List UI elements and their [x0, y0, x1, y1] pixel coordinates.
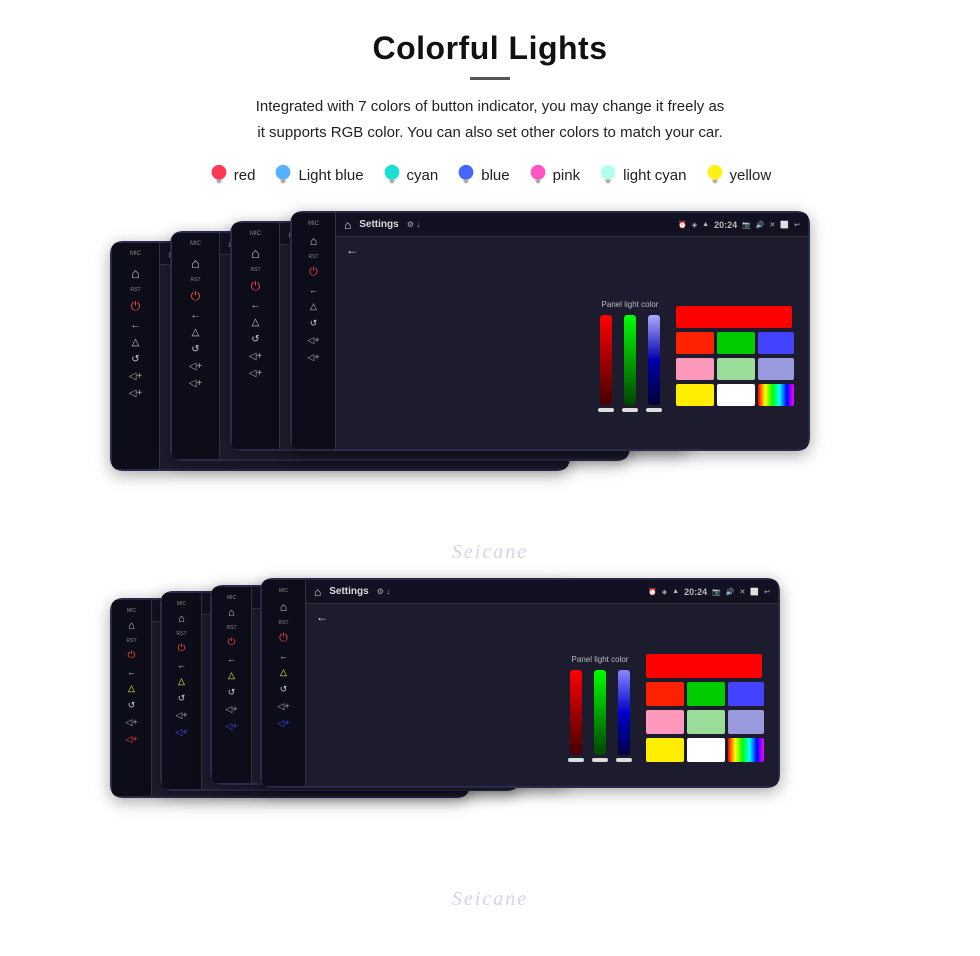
bot-device-front: MIC ⌂ RST ⏻ ← △ ↺ ◁+ ◁+ ⌂: [260, 578, 780, 788]
bulb-icon-cyan: [382, 163, 402, 187]
bulb-icon-red: [209, 163, 229, 187]
title-section: Colorful Lights Integrated with 7 colors…: [40, 30, 940, 145]
top-device-row: MIC ⌂ RST ⏻ ← △ ↺ ◁+ ◁+ ⌂: [40, 211, 940, 521]
panel-light-label-bot: Panel light color: [572, 655, 629, 664]
color-item-lightcyan: light cyan: [598, 163, 686, 187]
title-divider: [470, 77, 510, 80]
color-indicators: red Light blue cyan: [40, 163, 940, 187]
color-item-pink: pink: [528, 163, 581, 187]
color-item-lightblue: Light blue: [273, 163, 363, 187]
watermark-bottom: Seicane: [40, 888, 940, 911]
color-label-lightblue: Light blue: [298, 167, 363, 184]
description: Integrated with 7 colors of button indic…: [80, 94, 900, 145]
color-label-cyan: cyan: [407, 167, 439, 184]
page-container: Colorful Lights Integrated with 7 colors…: [0, 0, 980, 945]
bulb-icon-lightcyan: [598, 163, 618, 187]
bulb-icon-pink: [528, 163, 548, 187]
bulb-icon-blue: [456, 163, 476, 187]
panel-light-label: Panel light color: [602, 300, 659, 309]
bulb-icon-lightblue: [273, 163, 293, 187]
color-item-red: red: [209, 163, 256, 187]
color-label-blue: blue: [481, 167, 509, 184]
color-label-lightcyan: light cyan: [623, 167, 686, 184]
page-title: Colorful Lights: [40, 30, 940, 67]
bulb-icon-yellow: [705, 163, 725, 187]
color-label-pink: pink: [553, 167, 581, 184]
device-front-top: MIC ⌂ RST ⏻ ← △ ↺ ◁+ ◁+ ⌂: [290, 211, 810, 451]
color-item-cyan: cyan: [382, 163, 439, 187]
color-label-yellow: yellow: [730, 167, 772, 184]
color-item-blue: blue: [456, 163, 509, 187]
watermark-top: Seicane: [40, 541, 940, 564]
color-item-yellow: yellow: [705, 163, 772, 187]
color-label-red: red: [234, 167, 256, 184]
bottom-device-row: MIC ⌂ RST ⏻ ← △ ↺ ◁+ ◁+ ⌂: [40, 578, 940, 868]
